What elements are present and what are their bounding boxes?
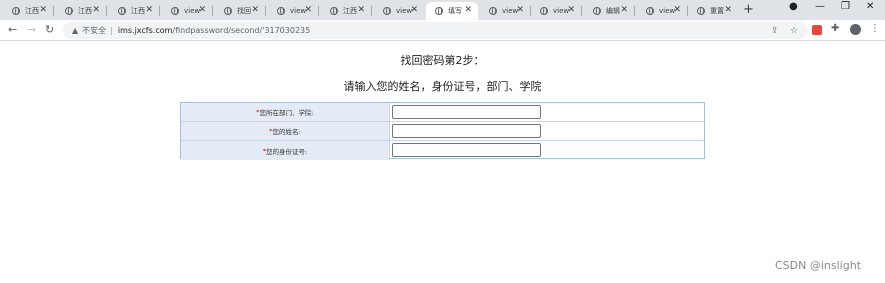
tab-strip: 江西 ✕ 江西 ✕ 江西 ✕ view ✕ 找回 ✕ view ✕ 江西 ✕ view ✕ 填写…: [0, 0, 885, 20]
address-bar[interactable]: ▲ 不安全 | ims.jxcfs.com/findpassword/secon…: [63, 22, 808, 39]
avatar[interactable]: [850, 24, 861, 35]
back-arrow-icon[interactable]: ←: [8, 23, 17, 36]
close-icon[interactable]: ✕: [620, 5, 628, 15]
browser-tab[interactable]: 江西 ✕: [3, 2, 54, 20]
close-icon[interactable]: ✕: [516, 5, 524, 15]
tab-label: 填写: [448, 7, 462, 15]
browser-tab[interactable]: 重置 ✕: [688, 2, 738, 20]
close-icon[interactable]: ✕: [304, 5, 312, 15]
url-path[interactable]: /findpassword/second/'317030235: [172, 26, 310, 35]
share-icon[interactable]: ⇪: [771, 26, 779, 36]
close-icon[interactable]: ✕: [92, 5, 100, 15]
close-icon[interactable]: ✕: [724, 5, 732, 15]
name-input[interactable]: [392, 124, 541, 138]
globe-icon: [65, 7, 73, 15]
globe-icon: [646, 7, 654, 15]
browser-tab[interactable]: 江西 ✕: [321, 2, 372, 20]
watermark: CSDN @inslight: [775, 259, 861, 272]
browser-tab[interactable]: view ✕: [374, 2, 424, 20]
puzzle-extensions-icon[interactable]: ✚: [831, 23, 839, 34]
browser-tab[interactable]: view ✕: [531, 2, 582, 20]
globe-icon: [277, 7, 285, 15]
globe-icon: [697, 7, 705, 15]
globe-icon: [489, 7, 497, 15]
close-icon[interactable]: ✕: [39, 5, 47, 15]
browser-tab-active[interactable]: 填写 ✕: [426, 2, 478, 20]
globe-icon: [540, 7, 548, 15]
globe-icon: [171, 7, 179, 15]
restore-icon[interactable]: ❐: [841, 1, 850, 12]
security-status[interactable]: 不安全: [82, 25, 106, 36]
extension-icon[interactable]: [812, 25, 822, 35]
profile-menu-icon[interactable]: ●: [789, 1, 798, 12]
warning-icon[interactable]: ▲: [72, 26, 78, 35]
id-number-input[interactable]: [392, 143, 541, 157]
department-label: * 您所在部门、学院:: [181, 103, 390, 121]
page-subtitle: 请输入您的姓名，身份证号，部门、学院: [343, 80, 542, 93]
department-input[interactable]: [392, 105, 541, 119]
browser-tab[interactable]: 找回 ✕: [215, 2, 266, 20]
globe-icon: [593, 7, 601, 15]
browser-tab[interactable]: view ✕: [162, 2, 213, 20]
page-title: 找回密码第2步：: [400, 54, 485, 67]
new-tab-button[interactable]: +: [743, 2, 754, 17]
globe-icon: [118, 7, 126, 15]
globe-icon: [12, 7, 20, 15]
forward-arrow-icon[interactable]: →: [27, 23, 36, 36]
close-icon[interactable]: ✕: [673, 5, 681, 15]
name-label-text: 您的姓名:: [272, 128, 301, 136]
form-row: * 您所在部门、学院:: [181, 103, 704, 122]
browser-tab[interactable]: view ✕: [268, 2, 319, 20]
more-menu-icon[interactable]: ⋮: [870, 23, 880, 34]
bookmark-star-icon[interactable]: ☆: [790, 26, 798, 36]
close-icon[interactable]: ✕: [198, 5, 206, 15]
name-label: * 您的姓名:: [181, 122, 390, 140]
close-icon[interactable]: ✕: [251, 5, 259, 15]
browser-tab[interactable]: 编辑 ✕: [584, 2, 635, 20]
browser-tab[interactable]: view ✕: [480, 2, 531, 20]
address-separator: |: [110, 26, 113, 35]
close-icon[interactable]: ✕: [410, 5, 418, 15]
browser-tab[interactable]: 江西 ✕: [56, 2, 107, 20]
globe-icon: [330, 7, 338, 15]
browser-tab[interactable]: view ✕: [637, 2, 688, 20]
globe-icon: [383, 7, 391, 15]
globe-icon: [224, 7, 232, 15]
minimize-icon[interactable]: —: [815, 1, 825, 12]
reload-icon[interactable]: ↻: [45, 23, 54, 36]
globe-icon: [435, 7, 443, 15]
close-icon[interactable]: ✕: [464, 5, 472, 15]
close-icon[interactable]: ✕: [567, 5, 575, 15]
browser-toolbar: ← → ↻ ▲ 不安全 | ims.jxcfs.com/findpassword…: [0, 20, 885, 41]
window-close-icon[interactable]: ✕: [866, 1, 874, 12]
department-label-text: 您所在部门、学院:: [259, 109, 314, 117]
id-number-label: * 您的身份证号:: [181, 141, 390, 160]
form-row: * 您的身份证号:: [181, 141, 704, 160]
url-host[interactable]: ims.jxcfs.com: [118, 26, 173, 35]
close-icon[interactable]: ✕: [145, 5, 153, 15]
id-number-label-text: 您的身份证号:: [266, 147, 308, 156]
close-icon[interactable]: ✕: [357, 5, 365, 15]
form-row: * 您的姓名:: [181, 122, 704, 141]
browser-tab[interactable]: 江西 ✕: [109, 2, 160, 20]
password-recovery-form: * 您所在部门、学院: * 您的姓名: * 您的身份证号:: [180, 102, 705, 160]
